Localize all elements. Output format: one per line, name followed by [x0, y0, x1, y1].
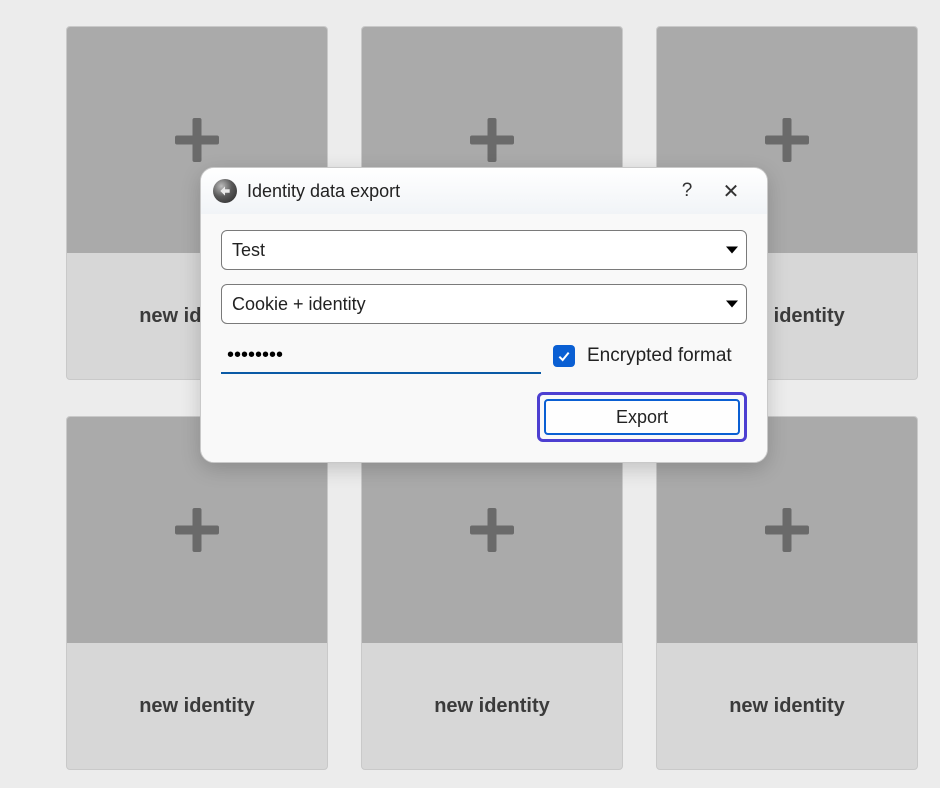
- dialog-titlebar: Identity data export ? ✕: [201, 168, 767, 214]
- plus-icon: [470, 508, 514, 552]
- plus-icon: [765, 508, 809, 552]
- new-identity-card[interactable]: new identity: [656, 416, 918, 770]
- encrypted-label: Encrypted format: [587, 345, 732, 367]
- identity-select-value: Test: [232, 240, 265, 261]
- plus-icon: [470, 118, 514, 162]
- password-input[interactable]: [227, 344, 535, 367]
- chevron-down-icon: [726, 247, 738, 254]
- plus-icon: [175, 118, 219, 162]
- dialog-title: Identity data export: [247, 181, 400, 202]
- chevron-down-icon: [726, 301, 738, 308]
- export-type-select[interactable]: Cookie + identity: [221, 284, 747, 324]
- plus-icon: [765, 118, 809, 162]
- new-identity-card[interactable]: new identity: [361, 416, 623, 770]
- new-identity-card[interactable]: new identity: [66, 416, 328, 770]
- password-field-wrapper: [221, 338, 541, 374]
- identity-select[interactable]: Test: [221, 230, 747, 270]
- export-button[interactable]: Export: [544, 399, 740, 435]
- check-icon: [556, 348, 572, 364]
- encrypted-checkbox[interactable]: [553, 345, 575, 367]
- export-type-value: Cookie + identity: [232, 294, 366, 315]
- plus-icon: [175, 508, 219, 552]
- card-label: new identity: [67, 643, 327, 769]
- close-button[interactable]: ✕: [709, 176, 753, 206]
- app-icon: [213, 179, 237, 203]
- help-button[interactable]: ?: [665, 176, 709, 206]
- card-label: new identity: [362, 643, 622, 769]
- dialog-body: Test Cookie + identity Encrypted format …: [201, 214, 767, 462]
- export-button-highlight: Export: [537, 392, 747, 442]
- export-dialog: Identity data export ? ✕ Test Cookie + i…: [200, 167, 768, 463]
- card-label: new identity: [657, 643, 917, 769]
